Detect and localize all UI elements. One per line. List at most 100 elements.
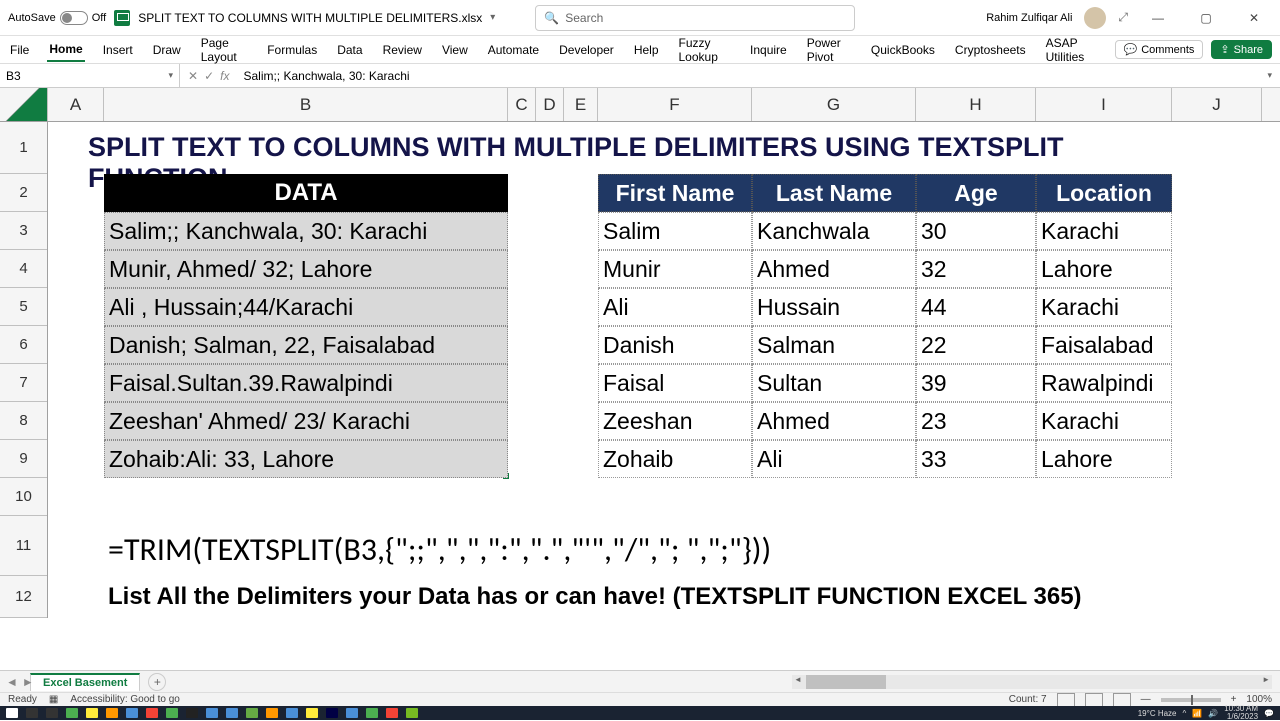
save-icon[interactable] [114, 10, 130, 26]
column-header-D[interactable]: D [536, 88, 564, 121]
row-header-10[interactable]: 10 [0, 478, 47, 516]
next-sheet-icon[interactable]: ► [22, 675, 34, 689]
column-header-E[interactable]: E [564, 88, 598, 121]
page-layout-view-icon[interactable] [1085, 693, 1103, 707]
autosave-toggle[interactable]: AutoSave Off [8, 11, 106, 25]
wifi-icon[interactable]: 📶 [1192, 709, 1202, 718]
share-button[interactable]: ⇪Share [1211, 40, 1272, 59]
task-view-icon[interactable] [46, 708, 58, 718]
column-header-A[interactable]: A [48, 88, 104, 121]
app-icon[interactable] [86, 708, 98, 718]
chevron-down-icon[interactable]: ▾ [168, 70, 173, 81]
app-icon[interactable] [146, 708, 158, 718]
macro-icon[interactable]: ▦ [49, 694, 58, 705]
tab-fuzzy-lookup[interactable]: Fuzzy Lookup [677, 32, 733, 68]
avatar[interactable] [1084, 7, 1106, 29]
row-header-11[interactable]: 11 [0, 516, 47, 576]
expand-formula-icon[interactable]: ▾ [1267, 70, 1280, 81]
column-header-H[interactable]: H [916, 88, 1036, 121]
tab-developer[interactable]: Developer [557, 39, 616, 61]
app-icon[interactable] [186, 708, 198, 718]
column-header-B[interactable]: B [104, 88, 508, 121]
username[interactable]: Rahim Zulfiqar Ali [986, 12, 1072, 24]
column-header-C[interactable]: C [508, 88, 536, 121]
sheet-tab-active[interactable]: Excel Basement [30, 673, 140, 691]
column-header-F[interactable]: F [598, 88, 752, 121]
tab-inquire[interactable]: Inquire [748, 39, 789, 61]
excel-icon[interactable] [166, 708, 178, 718]
tab-review[interactable]: Review [381, 39, 424, 61]
tab-insert[interactable]: Insert [101, 39, 135, 61]
row-header-9[interactable]: 9 [0, 440, 47, 478]
weather[interactable]: 19°C Haze [1138, 709, 1177, 718]
tab-power-pivot[interactable]: Power Pivot [805, 32, 853, 68]
tab-file[interactable]: File [8, 39, 31, 61]
accessibility-status[interactable]: Accessibility: Good to go [70, 694, 180, 705]
formula-input[interactable]: Salim;; Kanchwala, 30: Karachi [237, 69, 415, 83]
row-header-5[interactable]: 5 [0, 288, 47, 326]
row-header-1[interactable]: 1 [0, 122, 47, 174]
app-icon[interactable] [346, 708, 358, 718]
prev-sheet-icon[interactable]: ◄ [6, 675, 18, 689]
ribbon-mode-icon[interactable]: ⤢ [1118, 10, 1128, 25]
minimize-button[interactable]: — [1140, 4, 1176, 32]
app-icon[interactable] [286, 708, 298, 718]
tab-asap-utilities[interactable]: ASAP Utilities [1044, 32, 1099, 68]
zoom-slider[interactable] [1161, 698, 1221, 702]
toggle-icon[interactable] [60, 11, 88, 25]
tab-formulas[interactable]: Formulas [265, 39, 319, 61]
app-icon[interactable] [66, 708, 78, 718]
app-icon[interactable] [386, 708, 398, 718]
tab-cryptosheets[interactable]: Cryptosheets [953, 39, 1028, 61]
tab-draw[interactable]: Draw [151, 39, 183, 61]
select-all-corner[interactable] [0, 88, 48, 121]
tab-help[interactable]: Help [632, 39, 661, 61]
row-header-7[interactable]: 7 [0, 364, 47, 402]
zoom-out-icon[interactable]: — [1141, 694, 1151, 705]
tab-view[interactable]: View [440, 39, 470, 61]
start-icon[interactable] [6, 708, 18, 718]
row-header-6[interactable]: 6 [0, 326, 47, 364]
tab-page-layout[interactable]: Page Layout [199, 32, 249, 68]
app-icon[interactable] [106, 708, 118, 718]
row-header-8[interactable]: 8 [0, 402, 47, 440]
search-taskbar-icon[interactable] [26, 708, 38, 718]
tab-home[interactable]: Home [47, 38, 84, 62]
tab-data[interactable]: Data [335, 39, 364, 61]
app-icon[interactable] [246, 708, 258, 718]
app-icon[interactable] [406, 708, 418, 718]
row-header-3[interactable]: 3 [0, 212, 47, 250]
search-input[interactable]: 🔍 Search [535, 5, 855, 31]
row-header-12[interactable]: 12 [0, 576, 47, 618]
name-box[interactable]: B3 ▾ [0, 64, 180, 87]
maximize-button[interactable]: ▢ [1188, 4, 1224, 32]
chevron-down-icon[interactable]: ▾ [490, 12, 495, 23]
app-icon[interactable] [206, 708, 218, 718]
volume-icon[interactable]: 🔊 [1208, 709, 1218, 718]
column-header-J[interactable]: J [1172, 88, 1262, 121]
tab-quickbooks[interactable]: QuickBooks [869, 39, 937, 61]
row-header-2[interactable]: 2 [0, 174, 47, 212]
page-break-view-icon[interactable] [1113, 693, 1131, 707]
enter-icon[interactable]: ✓ [204, 69, 214, 83]
tab-automate[interactable]: Automate [486, 39, 541, 61]
tray-chevron-icon[interactable]: ^ [1183, 709, 1187, 718]
fx-icon[interactable]: fx [220, 69, 229, 83]
horizontal-scrollbar[interactable] [792, 675, 1272, 689]
app-icon[interactable] [226, 708, 238, 718]
column-header-G[interactable]: G [752, 88, 916, 121]
cancel-icon[interactable]: ✕ [188, 69, 198, 83]
row-header-4[interactable]: 4 [0, 250, 47, 288]
app-icon[interactable] [266, 708, 278, 718]
cells-grid[interactable]: SPLIT TEXT TO COLUMNS WITH MULTIPLE DELI… [48, 122, 1280, 618]
close-button[interactable]: ✕ [1236, 4, 1272, 32]
app-icon[interactable] [306, 708, 318, 718]
normal-view-icon[interactable] [1057, 693, 1075, 707]
notification-icon[interactable]: 💬 [1264, 709, 1274, 718]
comments-button[interactable]: 💬Comments [1115, 40, 1204, 59]
column-header-I[interactable]: I [1036, 88, 1172, 121]
app-icon[interactable] [326, 708, 338, 718]
add-sheet-button[interactable]: + [148, 673, 166, 691]
app-icon[interactable] [366, 708, 378, 718]
app-icon[interactable] [126, 708, 138, 718]
